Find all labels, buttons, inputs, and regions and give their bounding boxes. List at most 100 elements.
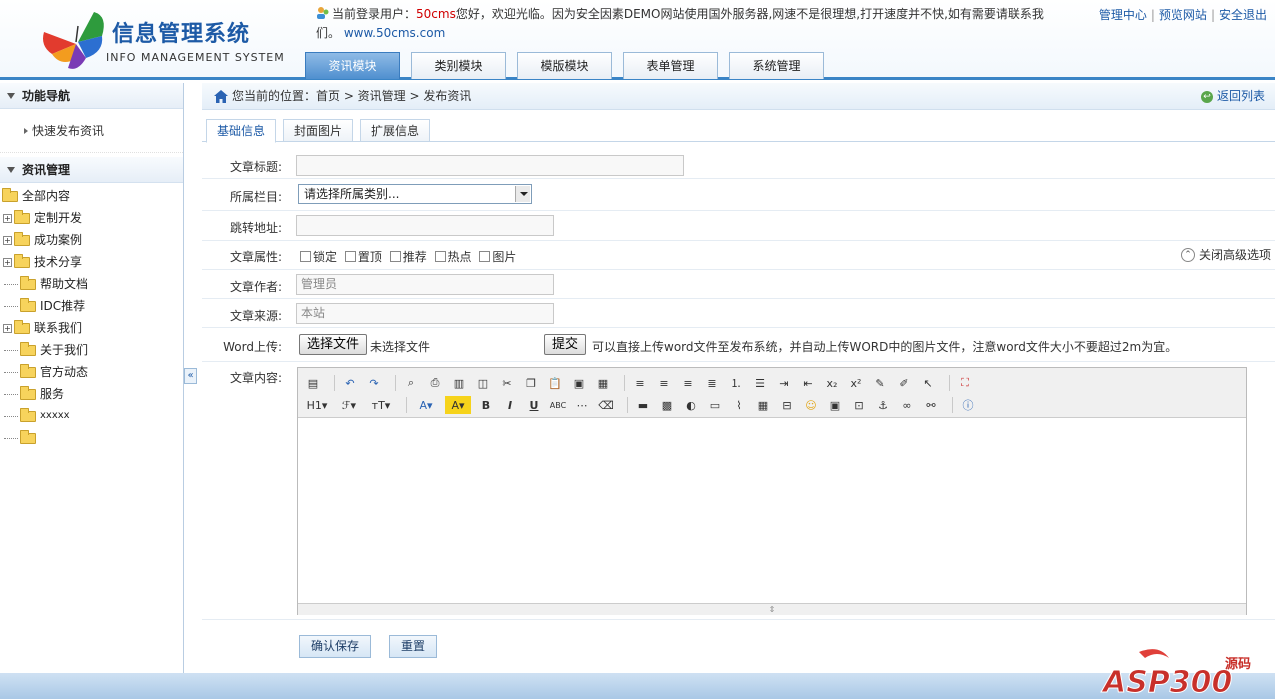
help-icon[interactable]: ⓘ: [959, 396, 977, 414]
select-all-icon[interactable]: ↖: [919, 374, 937, 392]
category-select[interactable]: 请选择所属类别...: [298, 184, 532, 204]
author-input[interactable]: 管理员: [296, 274, 554, 295]
collapse-sidebar-icon[interactable]: «: [184, 368, 197, 384]
tab-template-module[interactable]: 模版模块: [517, 52, 612, 79]
quick-publish-link[interactable]: 快速发布资讯: [0, 109, 183, 153]
align-left-icon[interactable]: ≡: [631, 374, 649, 392]
italic-icon[interactable]: I: [501, 396, 519, 414]
indent-icon[interactable]: ⇥: [775, 374, 793, 392]
tree-item[interactable]: + 技术分享: [0, 251, 183, 273]
fullscreen-icon[interactable]: ⛶: [956, 374, 974, 392]
save-button[interactable]: 确认保存: [299, 635, 372, 658]
emoticon-icon[interactable]: ☺: [802, 396, 820, 414]
strikethrough-icon[interactable]: ABC: [549, 396, 567, 414]
logout-link[interactable]: 安全退出: [1219, 8, 1267, 22]
heading-icon[interactable]: H1▾: [304, 396, 330, 414]
copy-icon[interactable]: ❐: [522, 374, 540, 392]
attachment-icon[interactable]: ⌇: [730, 396, 748, 414]
anchor-icon[interactable]: ⚓: [874, 396, 892, 414]
preview-icon[interactable]: ⌕: [402, 374, 420, 392]
tab-form-management[interactable]: 表单管理: [623, 52, 718, 79]
tab-category-module[interactable]: 类别模块: [411, 52, 506, 79]
sidebar-nav-title[interactable]: 功能导航: [0, 83, 183, 109]
tree-item[interactable]: 服务: [0, 383, 183, 405]
tree-item-all[interactable]: 全部内容: [0, 185, 183, 207]
expand-icon[interactable]: +: [3, 257, 12, 267]
underline-icon[interactable]: U: [525, 396, 543, 414]
format-painter-icon[interactable]: ✐: [895, 374, 913, 392]
horizontal-rule-icon[interactable]: ⋯: [573, 396, 591, 414]
checkbox-top[interactable]: [344, 251, 356, 262]
advanced-options-toggle[interactable]: ⌃ 关闭高级选项: [1180, 246, 1271, 263]
paste-icon[interactable]: 📋: [546, 374, 564, 392]
media-icon[interactable]: ▭: [706, 396, 724, 414]
subscript-icon[interactable]: x₂: [823, 374, 841, 392]
unordered-list-icon[interactable]: ☰: [751, 374, 769, 392]
bold-icon[interactable]: B: [477, 396, 495, 414]
paste-text-icon[interactable]: ▣: [570, 374, 588, 392]
justify-icon[interactable]: ≣: [703, 374, 721, 392]
cut-icon[interactable]: ✂: [498, 374, 516, 392]
upload-submit-button[interactable]: 提交: [544, 334, 587, 355]
insert-image-icon[interactable]: ▬: [634, 396, 652, 414]
multi-image-icon[interactable]: ▩: [658, 396, 676, 414]
paste-word-icon[interactable]: ▦: [594, 374, 612, 392]
checkbox-hot[interactable]: [434, 251, 446, 262]
choose-file-button[interactable]: 选择文件: [299, 334, 368, 355]
tree-item[interactable]: xxxxx: [0, 405, 183, 427]
link-icon[interactable]: ∞: [898, 396, 916, 414]
page-break-icon[interactable]: ⊡: [850, 396, 868, 414]
expand-icon[interactable]: +: [3, 235, 12, 245]
align-right-icon[interactable]: ≡: [679, 374, 697, 392]
admin-center-link[interactable]: 管理中心: [1099, 8, 1147, 22]
back-to-list-link[interactable]: ↩ 返回列表: [1200, 83, 1265, 110]
font-color-icon[interactable]: A▾: [413, 396, 439, 414]
highlight-color-icon[interactable]: A▾: [445, 396, 471, 414]
tree-item[interactable]: + 定制开发: [0, 207, 183, 229]
tree-item[interactable]: + 成功案例: [0, 229, 183, 251]
editor-resize-handle[interactable]: ⇕: [298, 603, 1246, 615]
align-center-icon[interactable]: ≡: [655, 374, 673, 392]
site-url-link[interactable]: www.50cms.com: [344, 26, 445, 40]
expand-icon[interactable]: +: [3, 323, 12, 333]
tree-item[interactable]: 官方动态: [0, 361, 183, 383]
font-family-icon[interactable]: ℱ▾: [336, 396, 362, 414]
ordered-list-icon[interactable]: ⒈: [727, 374, 745, 392]
tab-basic-info[interactable]: 基础信息: [206, 119, 277, 143]
tree-item[interactable]: + 联系我们: [0, 317, 183, 339]
template-icon[interactable]: ▥: [450, 374, 468, 392]
sidebar-section-title[interactable]: 资讯管理: [0, 157, 183, 183]
clear-format-icon[interactable]: ✎: [871, 374, 889, 392]
flash-icon[interactable]: ◐: [682, 396, 700, 414]
outdent-icon[interactable]: ⇤: [799, 374, 817, 392]
font-size-icon[interactable]: тT▾: [368, 396, 394, 414]
tab-system-management[interactable]: 系统管理: [729, 52, 824, 79]
tree-item[interactable]: 关于我们: [0, 339, 183, 361]
checkbox-lock[interactable]: [300, 251, 311, 262]
tree-item[interactable]: IDC推荐: [0, 295, 183, 317]
print-icon[interactable]: ⎙: [426, 374, 444, 392]
editor-content-area[interactable]: [298, 418, 1246, 603]
title-input[interactable]: [296, 155, 684, 176]
reset-button[interactable]: 重置: [389, 635, 438, 658]
unlink-icon[interactable]: ⚯: [922, 396, 940, 414]
source-code-icon[interactable]: ▤: [304, 374, 322, 392]
image-gallery-icon[interactable]: ▣: [826, 396, 844, 414]
table-icon[interactable]: ▦: [754, 396, 772, 414]
redirect-input[interactable]: [296, 215, 554, 236]
checkbox-recommend[interactable]: [389, 251, 401, 262]
tab-cover-image[interactable]: 封面图片: [283, 119, 354, 142]
tab-news-module[interactable]: 资讯模块: [305, 52, 400, 79]
tree-item[interactable]: 帮助文档: [0, 273, 183, 295]
checkbox-image[interactable]: [479, 251, 491, 262]
tab-extended-info[interactable]: 扩展信息: [360, 119, 431, 142]
preview-site-link[interactable]: 预览网站: [1159, 8, 1207, 22]
redo-icon[interactable]: ↷: [365, 374, 383, 392]
expand-icon[interactable]: +: [3, 213, 12, 223]
tree-item[interactable]: [0, 427, 183, 449]
insert-hr-icon[interactable]: ⊟: [778, 396, 796, 414]
eraser-icon[interactable]: ⌫: [597, 396, 615, 414]
source-input[interactable]: 本站: [296, 303, 554, 324]
undo-icon[interactable]: ↶: [341, 374, 359, 392]
code-icon[interactable]: ◫: [474, 374, 492, 392]
